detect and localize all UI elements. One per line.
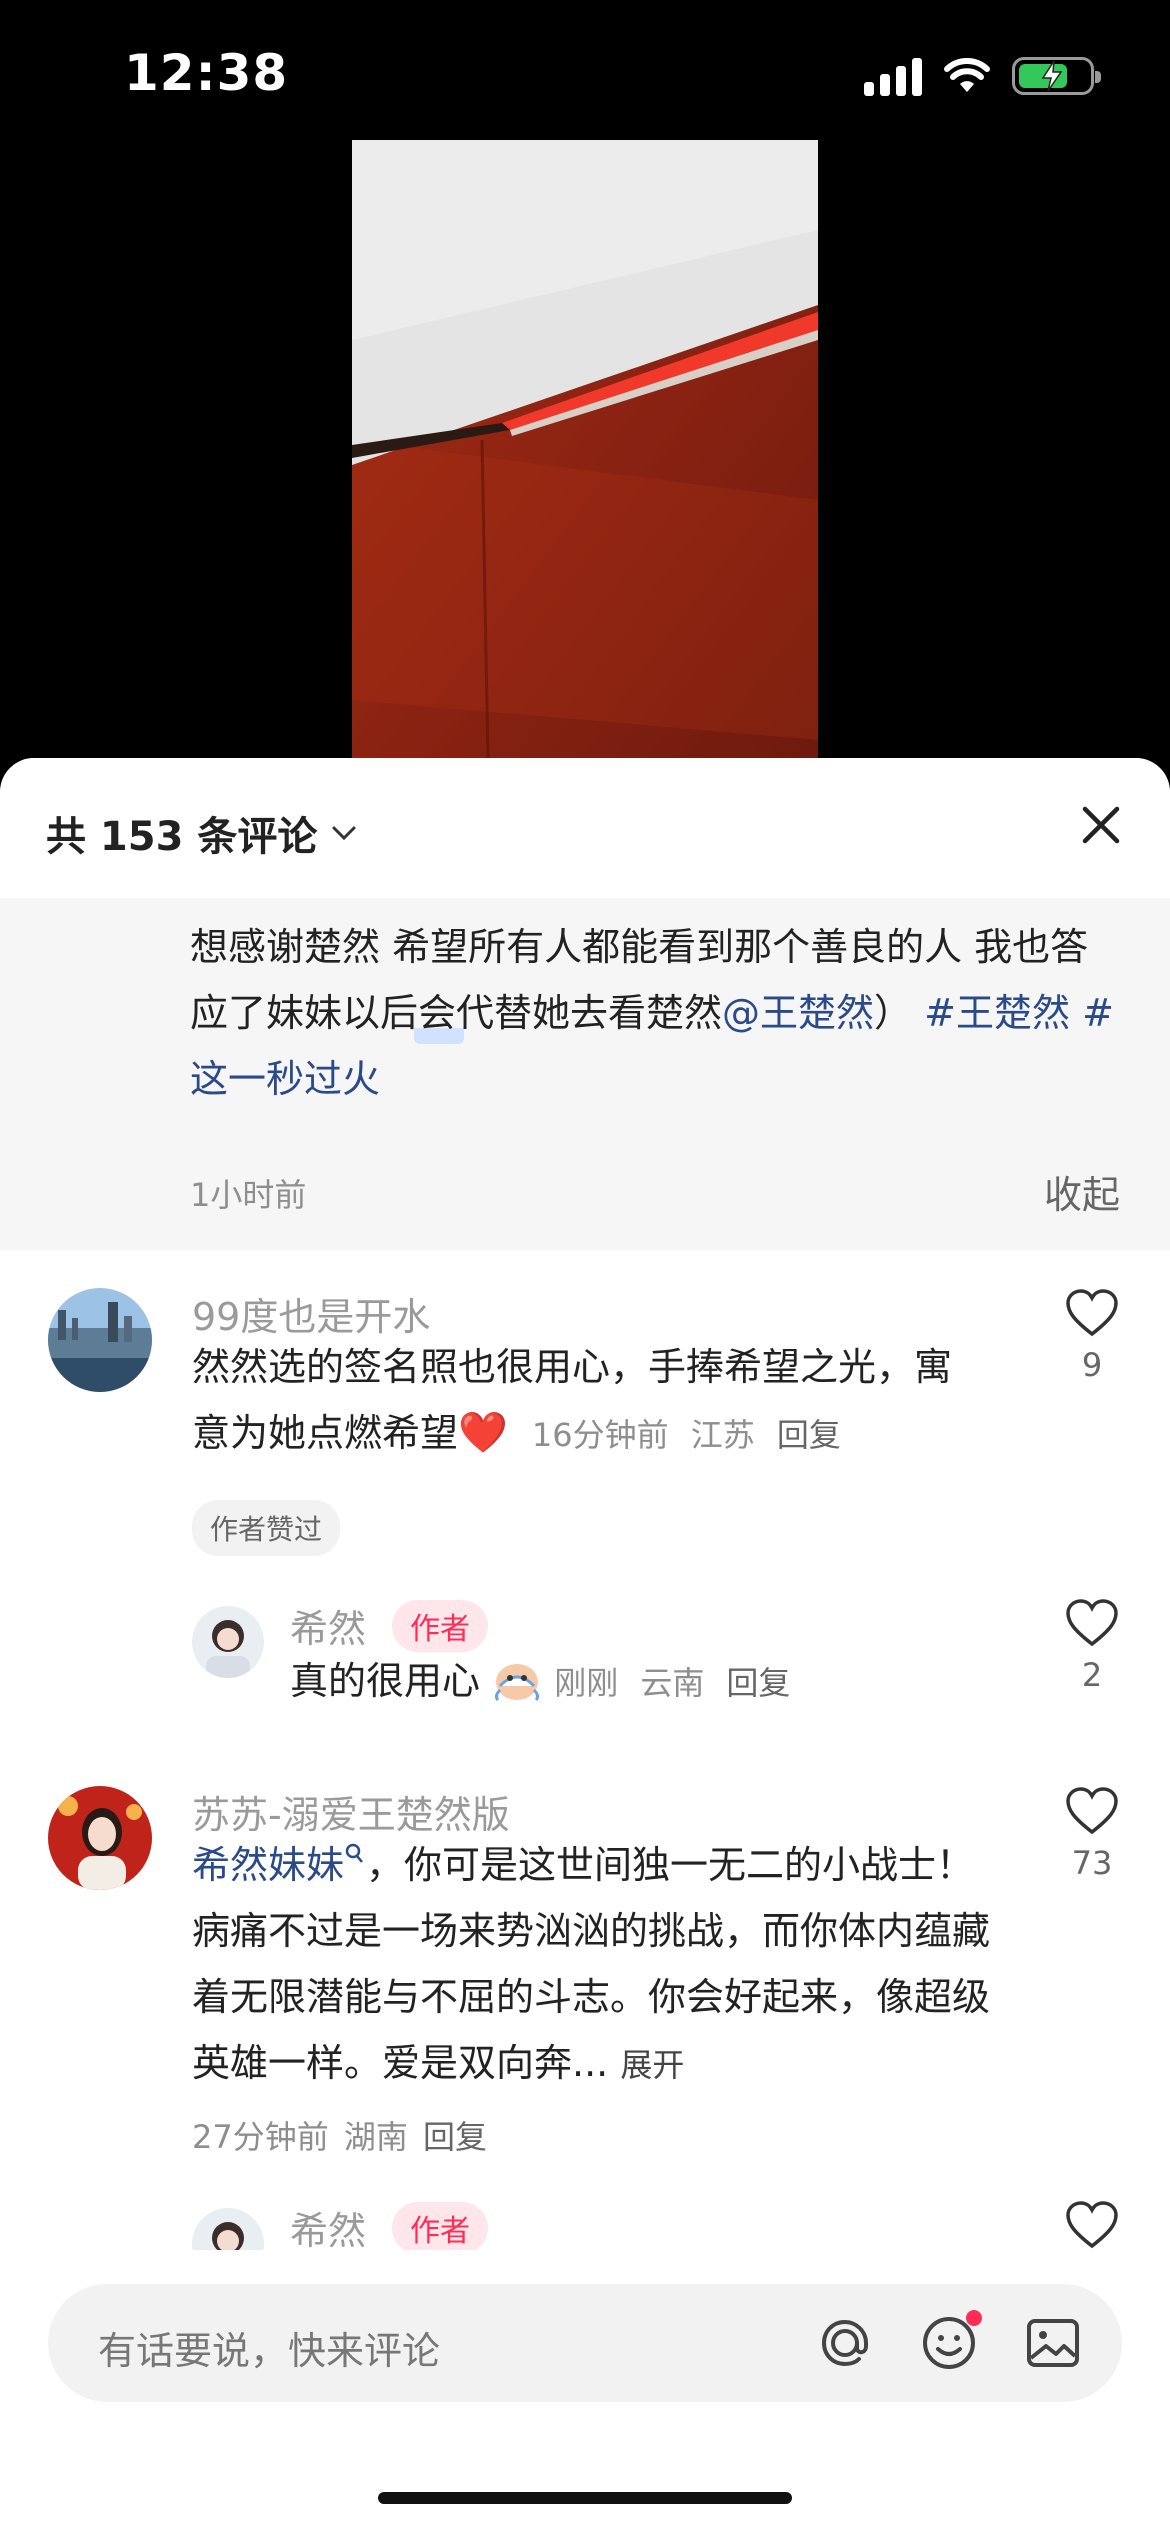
- comment-time: 1小时前: [190, 1176, 307, 1214]
- status-icons: [864, 52, 1101, 100]
- heart-emoji-icon: ❤️: [458, 1410, 508, 1456]
- wifi-icon: [944, 58, 990, 92]
- comment-text-end: ）: [874, 991, 913, 1035]
- reply-text: 真的很用心: [290, 1659, 481, 1703]
- hashtag-link[interactable]: #王楚然: [924, 991, 1070, 1035]
- expand-button[interactable]: 展开: [620, 2046, 684, 2084]
- like-button[interactable]: 2: [1062, 1598, 1122, 1694]
- crying-emoji-icon: [495, 1664, 540, 1702]
- emoji-icon[interactable]: [916, 2310, 982, 2376]
- reply-author-name[interactable]: 希然: [290, 2200, 366, 2255]
- search-icon: [345, 1843, 363, 1863]
- comment-body: 希然妹妹 ，你可是这世间独一无二的小战士！病痛不过是一场来势汹汹的挑战，而你体内蕴…: [192, 1832, 992, 2098]
- battery-icon: [1012, 57, 1101, 95]
- comment-author-name[interactable]: 苏苏-溺爱王楚然版: [192, 1784, 510, 1839]
- video-thumbnail[interactable]: [352, 140, 818, 760]
- comment-count-label: 共 153 条评论: [46, 814, 318, 860]
- comment-location: 湖南: [343, 2118, 408, 2156]
- expanded-comment: 想感谢楚然 希望所有人都能看到那个善良的人 我也答应了妹妹以后会代替她去看楚然@…: [0, 898, 1170, 1250]
- avatar[interactable]: [48, 1288, 152, 1392]
- heart-icon[interactable]: [1064, 1786, 1120, 1836]
- comment-count-title[interactable]: 共 153 条评论: [46, 804, 357, 862]
- author-badge: 作者: [392, 1600, 488, 1652]
- like-count: 2: [1081, 1656, 1103, 1694]
- heart-icon[interactable]: [1064, 2200, 1120, 2250]
- comment-input[interactable]: 有话要说，快来评论: [48, 2284, 1122, 2402]
- status-bar: 12:38: [0, 0, 1170, 140]
- like-button[interactable]: 73: [1062, 1786, 1122, 1882]
- reply-body: 真的很用心 刚刚 云南 回复: [290, 1648, 990, 1716]
- author-badge: 作者: [392, 2202, 488, 2254]
- cellular-signal-icon: [864, 56, 922, 96]
- comment-location: 江苏: [690, 1416, 755, 1454]
- like-button[interactable]: [1062, 2200, 1122, 2254]
- like-button[interactable]: 9: [1062, 1288, 1122, 1384]
- like-count: 73: [1071, 1844, 1113, 1882]
- close-icon[interactable]: [1076, 800, 1126, 850]
- reply-time: 刚刚: [554, 1664, 619, 1702]
- reply-author-name[interactable]: 希然: [290, 1598, 366, 1653]
- image-icon[interactable]: [1020, 2310, 1086, 2376]
- collapse-button[interactable]: 收起: [1044, 1164, 1120, 1219]
- reply-button[interactable]: 回复: [777, 1416, 841, 1454]
- comment-sheet: 想感谢楚然 希望所有人都能看到那个善良的人 我也答应了妹妹以后会代替她去看楚然@…: [0, 758, 1170, 2532]
- comment-body: 然然选的签名照也很用心，手捧希望之光，寓意为她点燃希望❤️ 16分钟前 江苏 回…: [192, 1334, 972, 1468]
- comment-time: 27分钟前: [192, 2118, 329, 2156]
- avatar[interactable]: [48, 1786, 152, 1890]
- comment-author-name[interactable]: 99度也是开水: [192, 1286, 430, 1341]
- author-liked-tag: 作者赞过: [192, 1500, 341, 1556]
- comment-time: 16分钟前: [531, 1416, 669, 1454]
- reply-button[interactable]: 回复: [423, 2118, 487, 2156]
- avatar[interactable]: [192, 1606, 264, 1678]
- status-time: 12:38: [124, 44, 289, 102]
- at-icon[interactable]: [812, 2310, 878, 2376]
- comment-meta: 27分钟前 湖南 回复: [192, 2112, 487, 2158]
- mention-link[interactable]: 希然妹妹: [192, 1843, 344, 1887]
- chevron-down-icon: [332, 826, 356, 841]
- mention-link[interactable]: @王楚然: [722, 991, 874, 1035]
- heart-icon[interactable]: [1064, 1288, 1120, 1338]
- home-indicator[interactable]: [378, 2492, 792, 2504]
- comment-input-placeholder: 有话要说，快来评论: [98, 2329, 441, 2373]
- reply-location: 云南: [640, 1664, 705, 1702]
- reply-button[interactable]: 回复: [726, 1664, 790, 1702]
- sheet-header: 共 153 条评论: [0, 758, 1170, 898]
- like-count: 9: [1081, 1346, 1103, 1384]
- expanded-comment-text: 想感谢楚然 希望所有人都能看到那个善良的人 我也答应了妹妹以后会代替她去看楚然@…: [190, 914, 1120, 1112]
- heart-icon[interactable]: [1064, 1598, 1120, 1648]
